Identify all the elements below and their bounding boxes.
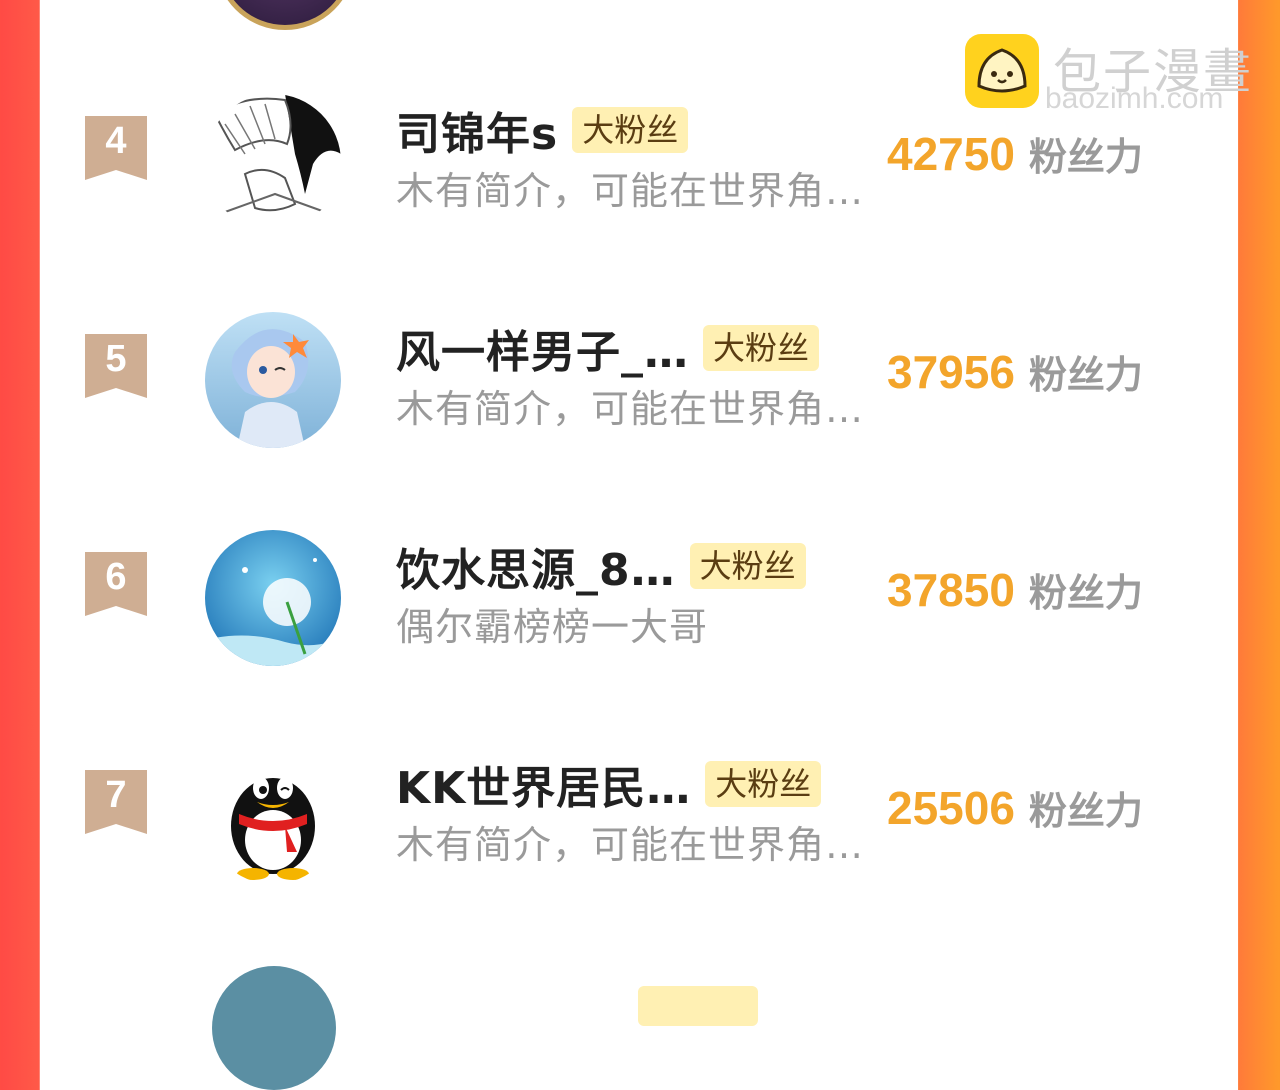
avatar[interactable] <box>205 530 341 666</box>
user-name[interactable]: 司锦年s <box>396 98 558 162</box>
user-description: 偶尔霸榜榜一大哥 <box>396 605 709 649</box>
avatar[interactable] <box>205 312 341 448</box>
list-item[interactable]: 4 司锦年s 大粉丝 木有简介，可能在世界角… 42750 粉丝力 <box>40 94 1238 244</box>
fan-power-value: 25506 <box>887 782 1015 834</box>
fan-power-value: 37850 <box>887 564 1015 616</box>
fan-power: 25506 粉丝力 <box>887 780 1143 835</box>
user-name[interactable]: 风一样男子_… <box>396 316 689 380</box>
fan-power: 42750 粉丝力 <box>887 126 1143 181</box>
fan-power-unit: 粉丝力 <box>1028 353 1143 397</box>
rank-number: 5 <box>105 338 127 380</box>
fan-power: 37956 粉丝力 <box>887 344 1143 399</box>
list-item[interactable]: 6 饮水思源_8… 大粉丝 偶尔霸榜榜一大哥 37850 粉丝力 <box>40 530 1238 680</box>
user-name[interactable]: 饮水思源_8… <box>396 534 676 598</box>
rank-ribbon: 5 <box>85 334 147 398</box>
avatar-rank-8-partial[interactable] <box>212 966 336 1090</box>
rank-ribbon: 4 <box>85 116 147 180</box>
user-name[interactable]: KK世界居民… <box>396 752 691 816</box>
fan-badge: 大粉丝 <box>572 107 689 153</box>
user-description: 木有简介，可能在世界角… <box>396 169 865 213</box>
list-item[interactable]: 7 KK世界居民… 大粉丝 木有简介，可能在世界角… 25506 粉丝力 <box>40 748 1238 898</box>
avatar[interactable] <box>205 748 341 884</box>
user-description: 木有简介，可能在世界角… <box>396 387 865 431</box>
fan-power: 37850 粉丝力 <box>887 562 1143 617</box>
fan-badge: 大粉丝 <box>705 761 822 807</box>
fan-power-value: 42750 <box>887 128 1015 180</box>
rank-ribbon: 6 <box>85 552 147 616</box>
fan-power-unit: 粉丝力 <box>1028 571 1143 615</box>
rank-ribbon: 7 <box>85 770 147 834</box>
fan-badge: 大粉丝 <box>689 543 806 589</box>
name-line: 风一样男子_… 大粉丝 <box>396 320 820 378</box>
user-description: 木有简介，可能在世界角… <box>396 823 865 867</box>
rank-number: 4 <box>105 120 127 162</box>
fan-power-unit: 粉丝力 <box>1028 135 1143 179</box>
name-line: KK世界居民… 大粉丝 <box>396 756 822 814</box>
avatar[interactable] <box>205 94 341 230</box>
fan-badge-partial <box>638 986 758 1026</box>
rank-number: 7 <box>105 774 127 816</box>
fan-power-value: 37956 <box>887 346 1015 398</box>
fan-power-unit: 粉丝力 <box>1028 789 1143 833</box>
fan-badge: 大粉丝 <box>703 325 820 371</box>
name-line: 司锦年s 大粉丝 <box>396 102 689 160</box>
name-line: 饮水思源_8… 大粉丝 <box>396 538 806 596</box>
rank-number: 6 <box>105 556 127 598</box>
list-item[interactable]: 5 风一样男子_… 大粉丝 木有简介，可能在世界角… 37956 粉丝力 <box>40 312 1238 462</box>
